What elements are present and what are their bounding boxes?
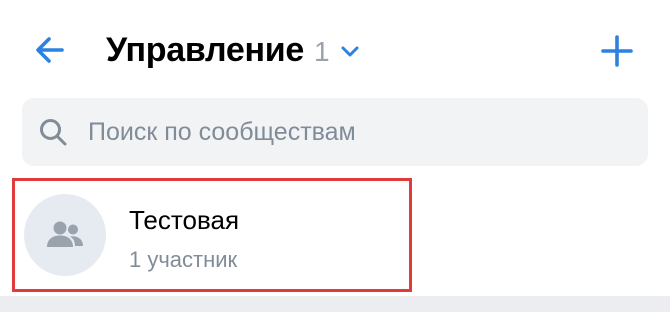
back-button[interactable] [28, 28, 72, 72]
page-title: Управление [106, 30, 304, 69]
title-dropdown[interactable]: Управление 1 [106, 28, 360, 72]
search-input[interactable] [86, 116, 630, 148]
header: Управление 1 [0, 0, 670, 95]
section-divider [0, 296, 670, 312]
search-icon [36, 115, 70, 149]
community-members: 1 участник [129, 247, 238, 272]
chevron-down-icon [340, 42, 360, 62]
users-icon [47, 221, 83, 247]
arrow-left-icon [36, 37, 64, 63]
community-count: 1 [313, 35, 330, 67]
community-item[interactable]: Тестовая 1 участник [12, 178, 412, 292]
community-avatar [24, 194, 106, 276]
community-name: Тестовая [129, 205, 240, 235]
search-bar[interactable] [22, 98, 648, 166]
plus-icon [601, 35, 633, 67]
add-community-button[interactable] [596, 30, 638, 72]
